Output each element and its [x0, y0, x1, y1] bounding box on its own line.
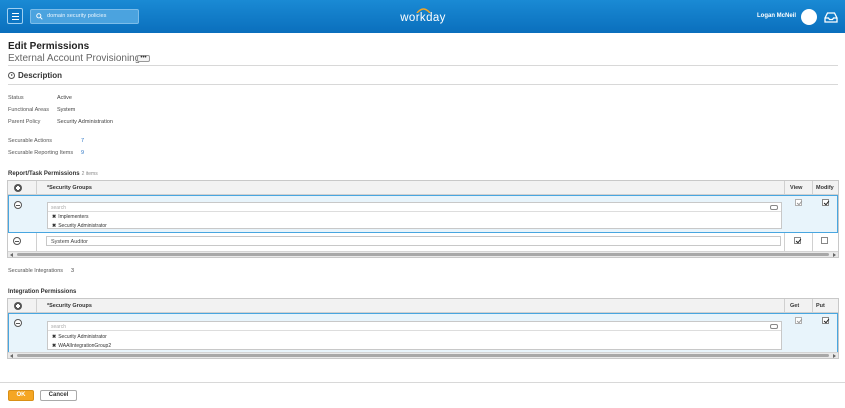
securable-reporting-link[interactable]: 9	[81, 150, 84, 156]
report-task-title: Report/Task Permissions 2 items	[8, 171, 98, 177]
horizontal-scrollbar[interactable]	[8, 352, 838, 358]
grid-header: *Security Groups Get Put	[8, 299, 838, 313]
integration-permissions-grid: *Security Groups Get Put search ✖ Securit…	[7, 298, 839, 359]
remove-row-icon[interactable]	[14, 201, 22, 209]
status-value: Active	[57, 95, 72, 101]
remove-pill-icon[interactable]: ✖	[52, 223, 56, 229]
report-task-heading: Report/Task Permissions	[8, 171, 80, 177]
security-groups-prompt[interactable]: search ✖ Security Administrator ✖ WAAIInte…	[47, 321, 782, 350]
expand-icon	[8, 72, 15, 79]
view-checkbox[interactable]	[795, 199, 802, 206]
col-view: View	[790, 185, 803, 191]
logo-text: workday	[400, 12, 446, 24]
page-title: Edit Permissions	[8, 41, 90, 52]
parent-policy-value: Security Administration	[57, 119, 113, 125]
securable-reporting-label: Securable Reporting Items	[8, 150, 74, 156]
search-value: domain security policies	[47, 13, 107, 19]
search-icon	[36, 13, 43, 20]
ok-button[interactable]: OK	[8, 390, 34, 401]
report-task-count: 2 items	[81, 171, 98, 177]
prompt-search-input[interactable]: search	[48, 322, 781, 331]
col-modify: Modify	[816, 185, 834, 191]
group-name: Security Administrator	[58, 223, 107, 229]
status-label: Status	[8, 95, 24, 101]
remove-pill-icon[interactable]: ✖	[52, 334, 56, 340]
col-get: Get	[790, 303, 800, 309]
security-groups-prompt[interactable]: search ✖ Implementers ✖ Security Administr…	[47, 202, 782, 229]
modify-checkbox[interactable]	[821, 237, 828, 244]
securable-actions-label: Securable Actions	[8, 138, 53, 144]
related-actions-button[interactable]: •••	[137, 55, 150, 62]
prompt-list-icon[interactable]	[770, 323, 778, 329]
divider	[8, 84, 838, 85]
integration-permissions-title: Integration Permissions	[8, 289, 77, 295]
remove-row-icon[interactable]	[13, 237, 21, 245]
prompt-placeholder: search	[51, 205, 67, 211]
add-row-icon[interactable]	[14, 302, 22, 310]
group-name: WAAIIntegrationGroup2	[58, 343, 112, 349]
table-row[interactable]: search ✖ Security Administrator ✖ WAAIInte…	[8, 313, 838, 353]
horizontal-scrollbar[interactable]	[8, 251, 838, 257]
footer-divider	[0, 382, 845, 383]
get-checkbox[interactable]	[795, 317, 802, 324]
prompt-search-input[interactable]: search	[48, 203, 781, 212]
menu-icon[interactable]	[7, 8, 23, 24]
grid-header: *Security Groups View Modify	[8, 181, 838, 195]
prompt-list-icon[interactable]	[770, 204, 778, 210]
add-row-icon[interactable]	[14, 184, 22, 192]
cancel-button[interactable]: Cancel	[40, 390, 77, 401]
list-item: ✖ WAAIIntegrationGroup2	[52, 343, 111, 349]
list-item: ✖ Security Administrator	[52, 334, 107, 340]
security-group-field[interactable]: System Auditor	[46, 236, 781, 246]
table-row[interactable]: search ✖ Implementers ✖ Security Administr…	[8, 195, 838, 233]
description-toggle[interactable]: Description	[8, 71, 62, 80]
prompt-placeholder: search	[51, 324, 67, 330]
description-heading: Description	[18, 71, 63, 80]
securable-integrations-value: 3	[71, 268, 75, 274]
inbox-icon[interactable]	[824, 11, 838, 23]
user-name[interactable]: Logan McNeil	[757, 13, 796, 19]
search-input[interactable]: domain security policies	[30, 9, 139, 24]
list-item: ✖ Implementers	[52, 214, 89, 220]
group-name: Implementers	[58, 214, 89, 220]
top-bar: domain security policies workday Logan M…	[0, 0, 845, 33]
avatar[interactable]	[801, 9, 817, 25]
group-name: Security Administrator	[58, 334, 107, 340]
scroll-left-icon[interactable]	[10, 253, 13, 257]
functional-areas-label: Functional Areas	[8, 107, 49, 113]
view-checkbox[interactable]	[794, 237, 801, 244]
remove-pill-icon[interactable]: ✖	[52, 214, 56, 220]
report-task-grid: *Security Groups View Modify search ✖ Imp…	[7, 180, 839, 258]
put-checkbox[interactable]	[822, 317, 829, 324]
remove-row-icon[interactable]	[14, 319, 22, 327]
scroll-right-icon[interactable]	[833, 354, 836, 358]
list-item: ✖ Security Administrator	[52, 223, 107, 229]
col-put: Put	[816, 303, 825, 309]
modify-checkbox[interactable]	[822, 199, 829, 206]
col-security-groups: *Security Groups	[47, 303, 92, 309]
scroll-left-icon[interactable]	[10, 354, 13, 358]
remove-pill-icon[interactable]: ✖	[52, 343, 56, 349]
divider	[8, 65, 838, 66]
workday-logo[interactable]: workday	[398, 7, 448, 29]
page-subtitle: External Account Provisioning	[8, 53, 141, 64]
functional-areas-value: System	[57, 107, 76, 113]
scroll-right-icon[interactable]	[833, 253, 836, 257]
securable-actions-link[interactable]: 7	[81, 138, 84, 144]
securable-integrations-label: Securable Integrations	[8, 268, 64, 274]
col-security-groups: *Security Groups	[47, 185, 92, 191]
parent-policy-label: Parent Policy	[8, 119, 41, 125]
table-row[interactable]: System Auditor	[8, 233, 838, 252]
